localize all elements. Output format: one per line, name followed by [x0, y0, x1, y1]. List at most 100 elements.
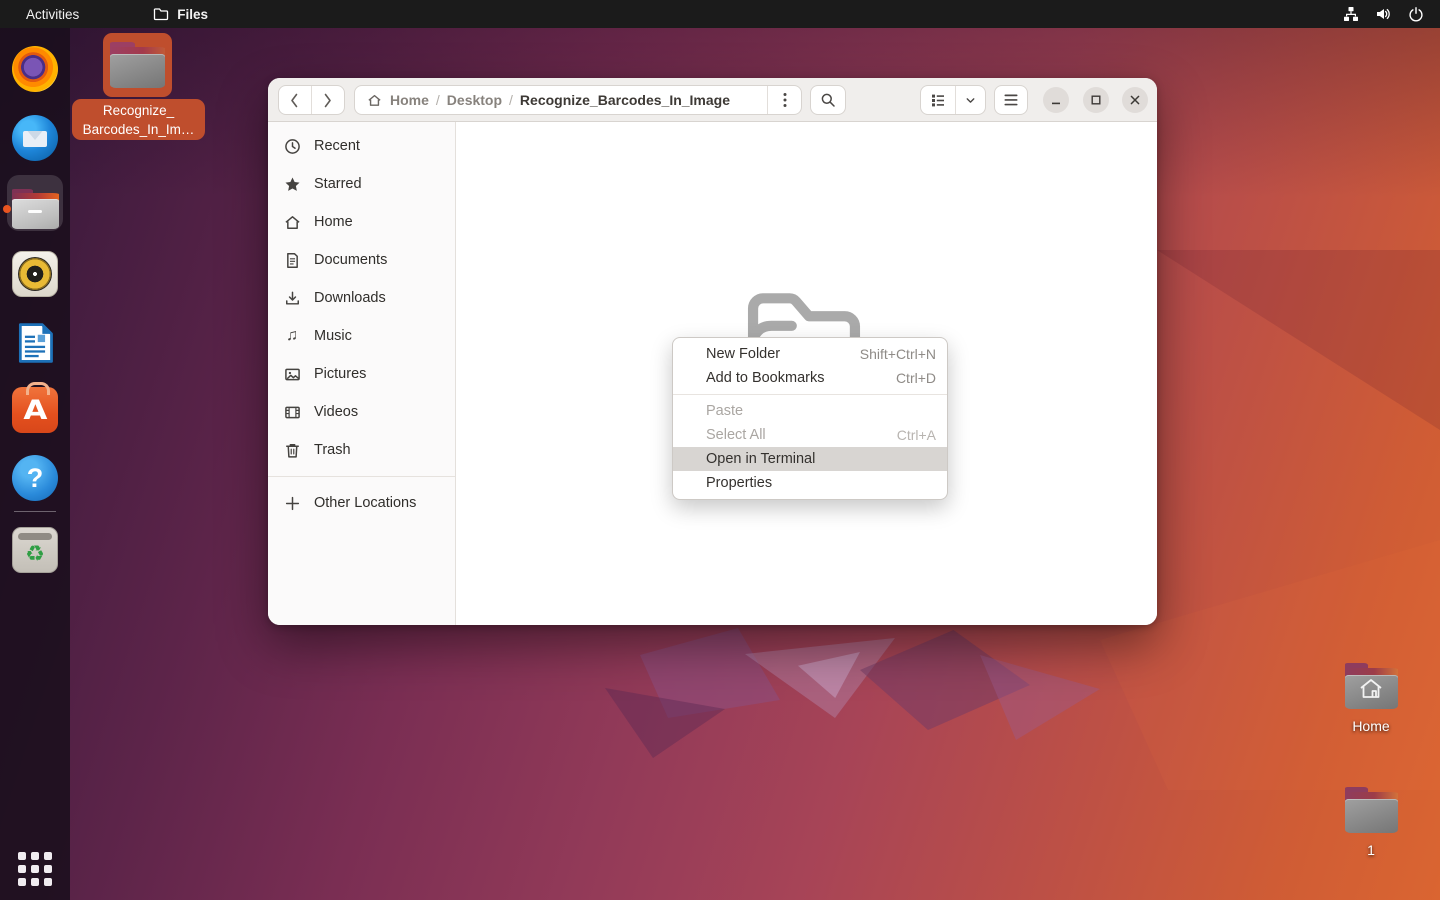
dock-item-thunderbird[interactable] — [0, 109, 70, 167]
menu-item-shortcut: Shift+Ctrl+N — [860, 346, 936, 362]
dock-divider — [14, 511, 56, 512]
menu-item-new-folder[interactable]: New Folder Shift+Ctrl+N — [673, 342, 947, 366]
sidebar-item-home[interactable]: Home — [268, 203, 455, 241]
sidebar-item-pictures[interactable]: Pictures — [268, 355, 455, 393]
breadcrumb-desktop[interactable]: Desktop — [447, 92, 502, 108]
close-button[interactable] — [1122, 87, 1148, 113]
kebab-menu-icon — [783, 92, 787, 108]
star-icon — [283, 176, 301, 193]
folder-icon — [110, 42, 165, 88]
desktop-icon-folder-1[interactable]: 1 — [1326, 787, 1416, 858]
dock-item-trash[interactable]: ♻ — [0, 521, 70, 579]
sidebar-item-music[interactable]: ♫ Music — [268, 317, 455, 355]
files-app-icon — [153, 6, 169, 22]
forward-button[interactable] — [312, 86, 345, 114]
sidebar-item-label: Home — [314, 214, 353, 230]
network-icon[interactable] — [1343, 6, 1359, 22]
trash-dock-icon: ♻ — [12, 527, 58, 573]
sidebar-item-other-locations[interactable]: Other Locations — [268, 484, 455, 522]
dock-item-help[interactable]: ? — [0, 449, 70, 507]
sidebar-item-videos[interactable]: Videos — [268, 393, 455, 431]
dock: A ? ♻ — [0, 28, 70, 900]
sidebar-item-label: Pictures — [314, 366, 366, 382]
files-window: Home / Desktop / Recognize_Barcodes_In_I… — [268, 78, 1157, 625]
breadcrumb-current: Recognize_Barcodes_In_Image — [520, 92, 730, 108]
sidebar-item-label: Music — [314, 328, 352, 344]
menu-item-label: Add to Bookmarks — [706, 370, 896, 386]
breadcrumb[interactable]: Home / Desktop / Recognize_Barcodes_In_I… — [354, 85, 802, 115]
volume-icon[interactable] — [1375, 6, 1392, 22]
desktop-icon-recognize-barcodes[interactable] — [103, 33, 172, 97]
chevron-down-icon — [964, 94, 977, 107]
app-grid-icon — [18, 852, 52, 886]
sidebar-item-recent[interactable]: Recent — [268, 127, 455, 165]
document-icon — [283, 252, 301, 269]
search-icon — [820, 92, 836, 108]
minimize-icon — [1050, 94, 1062, 106]
music-note-icon: ♫ — [283, 327, 301, 345]
picture-icon — [283, 366, 301, 383]
download-icon — [283, 290, 301, 307]
sidebar-item-downloads[interactable]: Downloads — [268, 279, 455, 317]
dock-item-files[interactable] — [0, 180, 70, 238]
menu-item-add-to-bookmarks[interactable]: Add to Bookmarks Ctrl+D — [673, 366, 947, 390]
menu-item-properties[interactable]: Properties — [673, 471, 947, 495]
breadcrumb-home[interactable]: Home — [390, 92, 429, 108]
recent-icon — [283, 138, 301, 155]
rhythmbox-icon — [12, 251, 58, 297]
menu-item-shortcut: Ctrl+D — [896, 370, 936, 386]
breadcrumb-separator: / — [436, 92, 440, 108]
sidebar-item-documents[interactable]: Documents — [268, 241, 455, 279]
list-view-button[interactable] — [921, 86, 956, 114]
dock-item-libreoffice-writer[interactable] — [0, 314, 70, 372]
video-icon — [283, 404, 301, 421]
libreoffice-writer-icon — [12, 320, 58, 366]
desktop-icon-home[interactable]: Home — [1326, 663, 1416, 734]
thunderbird-icon — [12, 115, 58, 161]
desktop-icon-folder-1-label: 1 — [1367, 842, 1375, 858]
firefox-icon — [12, 46, 58, 92]
trash-icon — [283, 442, 301, 459]
menu-item-open-in-terminal[interactable]: Open in Terminal — [673, 447, 947, 471]
wallpaper-facet — [980, 655, 1100, 740]
sidebar-item-label: Recent — [314, 138, 360, 154]
menu-item-select-all: Select All Ctrl+A — [673, 423, 947, 447]
dock-running-indicator — [3, 205, 11, 213]
dock-item-ubuntu-software[interactable]: A — [0, 381, 70, 439]
dock-item-app-grid[interactable] — [0, 840, 70, 898]
sidebar-item-label: Starred — [314, 176, 362, 192]
home-icon — [283, 214, 301, 231]
maximize-button[interactable] — [1083, 87, 1109, 113]
system-tray[interactable] — [1343, 6, 1424, 22]
files-icon — [12, 189, 59, 229]
house-icon — [1358, 677, 1384, 701]
minimize-button[interactable] — [1043, 87, 1069, 113]
sidebar-item-starred[interactable]: Starred — [268, 165, 455, 203]
back-button[interactable] — [279, 86, 312, 114]
header-bar: Home / Desktop / Recognize_Barcodes_In_I… — [268, 78, 1157, 122]
activities-button[interactable]: Activities — [20, 7, 85, 22]
sidebar-item-label: Documents — [314, 252, 387, 268]
breadcrumb-separator: / — [509, 92, 513, 108]
search-button[interactable] — [810, 85, 846, 115]
sidebar-item-trash[interactable]: Trash — [268, 431, 455, 469]
view-options-button[interactable] — [956, 86, 985, 114]
desktop-icon-label-recognize-barcodes[interactable]: Recognize_ Barcodes_In_Im… — [72, 99, 205, 140]
folder-1-icon — [1345, 787, 1398, 833]
home-folder-icon — [1345, 663, 1398, 709]
menu-item-label: Paste — [706, 403, 936, 419]
hamburger-menu-button[interactable] — [994, 85, 1028, 115]
list-view-icon — [930, 92, 946, 108]
path-menu-button[interactable] — [767, 86, 801, 114]
dock-item-firefox[interactable] — [0, 40, 70, 98]
menu-item-label: New Folder — [706, 346, 860, 362]
power-icon[interactable] — [1408, 6, 1424, 22]
dock-item-rhythmbox[interactable] — [0, 245, 70, 303]
nav-buttons — [278, 85, 345, 115]
wallpaper-facet — [1157, 250, 1440, 550]
menu-item-label: Properties — [706, 475, 936, 491]
chevron-right-icon — [323, 93, 332, 108]
menu-item-paste: Paste — [673, 399, 947, 423]
sidebar-item-label: Downloads — [314, 290, 386, 306]
active-app-menu[interactable]: Files — [153, 6, 208, 22]
